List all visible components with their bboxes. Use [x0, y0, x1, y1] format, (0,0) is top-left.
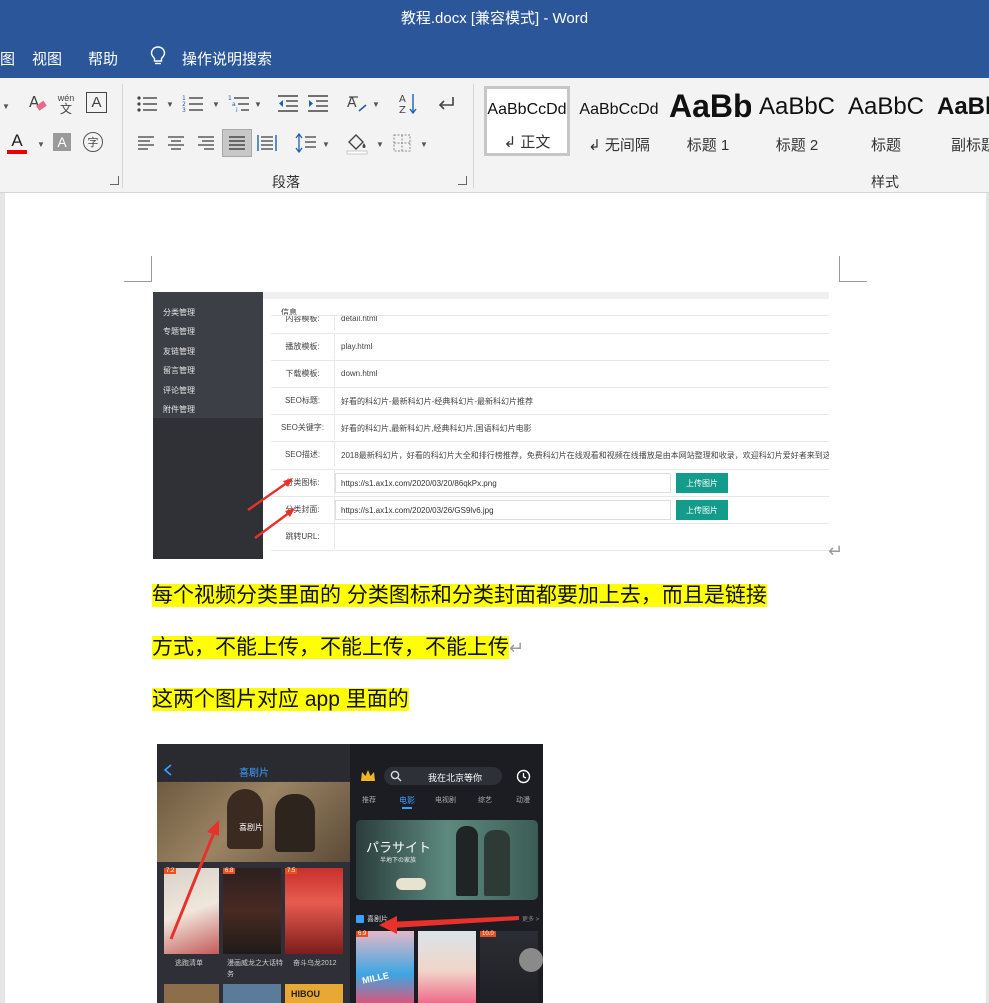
- enclose-characters-icon[interactable]: 字: [83, 132, 103, 152]
- svg-text:A: A: [399, 94, 406, 105]
- menu-item-help[interactable]: 帮助: [88, 48, 118, 69]
- admin-panel-screenshot[interactable]: 分类管理 专题管理 友链管理 留言管理 评论管理 附件管理 信息 内容模板: d…: [153, 292, 829, 559]
- ribbon-separator: [122, 84, 123, 188]
- character-shading-icon[interactable]: A: [53, 133, 71, 151]
- font-dialog-launcher-icon[interactable]: [110, 176, 119, 185]
- window-title: 教程.docx [兼容模式] - Word: [400, 10, 589, 27]
- shading-icon[interactable]: [346, 131, 368, 155]
- menu-bar: 图 视图 帮助 操作说明搜索: [0, 34, 989, 78]
- shading-dropdown-icon[interactable]: ▼: [376, 140, 384, 149]
- clear-formatting-icon[interactable]: A: [28, 92, 48, 114]
- character-border-icon[interactable]: A: [86, 92, 107, 113]
- doc-paragraph-2[interactable]: 这两个图片对应 app 里面的: [152, 683, 409, 713]
- justify-button[interactable]: [222, 129, 252, 157]
- style-title[interactable]: AaBbC 标题: [843, 86, 929, 156]
- multilevel-dropdown-icon[interactable]: ▼: [254, 100, 262, 109]
- doc-paragraph-1-line-2[interactable]: 方式，不能上传，不能上传，不能上传↵: [152, 631, 524, 661]
- admin-sidebar-item: 留言管理: [163, 366, 195, 375]
- admin-sidebar-item: 专题管理: [163, 327, 195, 336]
- styles-group-label: 样式: [871, 174, 899, 190]
- numbering-icon[interactable]: 123: [182, 94, 204, 114]
- svg-text:3: 3: [182, 107, 186, 114]
- lightbulb-icon[interactable]: [150, 46, 166, 66]
- margin-mark: [124, 281, 152, 282]
- font-color-dropdown-icon[interactable]: ▼: [37, 140, 45, 149]
- admin-form-row: 下载模板: down.html: [271, 360, 829, 386]
- tell-me-search[interactable]: 操作说明搜索: [182, 48, 272, 69]
- ribbon-separator: [473, 84, 474, 188]
- margin-mark: [151, 256, 152, 282]
- distributed-icon[interactable]: [257, 133, 277, 153]
- margin-mark: [839, 281, 867, 282]
- red-arrow-icon: [247, 478, 295, 539]
- upload-cover-button: 上传图片: [676, 500, 728, 520]
- paragraph-dialog-launcher-icon[interactable]: [458, 176, 467, 185]
- app-screenshot[interactable]: 喜剧片 喜剧片 7.2 6.8 7.5 逃跑清单 漫画威龙之大话特务 奋斗乌龙2…: [157, 744, 543, 1003]
- align-right-icon[interactable]: [196, 134, 216, 152]
- bullets-icon[interactable]: [136, 94, 158, 114]
- admin-form-row: 播放模板: play.html: [271, 333, 829, 359]
- sort-icon[interactable]: AZ: [398, 92, 418, 116]
- menu-item-view[interactable]: 视图: [32, 48, 62, 69]
- justify-icon: [229, 136, 245, 150]
- style-heading-1[interactable]: AaBb 标题 1: [665, 86, 751, 156]
- red-arrow-icon: [169, 820, 519, 940]
- chinese-layout-dropdown-icon[interactable]: ▼: [372, 100, 380, 109]
- style-no-spacing[interactable]: AaBbCcDd ↲ 无间隔: [576, 86, 662, 156]
- decrease-indent-icon[interactable]: [277, 94, 299, 114]
- style-subtitle[interactable]: AaBl 副标题: [932, 86, 989, 156]
- align-left-icon[interactable]: [136, 134, 156, 152]
- doc-paragraph-1-line-1[interactable]: 每个视频分类里面的 分类图标和分类封面都要加上去，而且是链接: [152, 579, 767, 609]
- paragraph-group-label: 段落: [272, 174, 300, 190]
- upload-icon-button: 上传图片: [676, 473, 728, 493]
- style-heading-2[interactable]: AaBbC 标题 2: [754, 86, 840, 156]
- increase-indent-icon[interactable]: [307, 94, 329, 114]
- styles-gallery: AaBbCcDd ↲ 正文 AaBbCcDd ↲ 无间隔 AaBb 标题 1 A…: [484, 84, 989, 158]
- margin-mark: [839, 256, 840, 282]
- admin-form-row: 跳转URL:: [271, 523, 829, 549]
- admin-form-row: SEO关键字: 好看的科幻片,最新科幻片,经典科幻片,国语科幻片电影: [271, 414, 829, 440]
- paragraph-mark: ↵: [828, 541, 844, 561]
- borders-dropdown-icon[interactable]: ▼: [420, 140, 428, 149]
- svg-text:i: i: [236, 107, 238, 114]
- admin-sidebar-item: 友链管理: [163, 347, 195, 356]
- document-area: 分类管理 专题管理 友链管理 留言管理 评论管理 附件管理 信息 内容模板: d…: [0, 193, 989, 1003]
- bullets-dropdown-icon[interactable]: ▼: [166, 100, 174, 109]
- font-color-icon[interactable]: A: [6, 130, 28, 156]
- line-spacing-dropdown-icon[interactable]: ▼: [322, 140, 330, 149]
- admin-sidebar-item: 分类管理: [163, 308, 195, 317]
- borders-icon[interactable]: [392, 133, 412, 153]
- style-normal[interactable]: AaBbCcDd ↲ 正文: [484, 86, 570, 156]
- title-bar: 教程.docx [兼容模式] - Word: [0, 0, 989, 34]
- admin-sidebar-item: 附件管理: [163, 405, 195, 414]
- admin-form-row: 内容模板: detail.html: [271, 315, 829, 333]
- admin-form-row: 分类封面: https://s1.ax1x.com/2020/03/26/GS9…: [271, 496, 829, 522]
- show-hide-marks-icon[interactable]: [436, 94, 456, 114]
- admin-form-row: 分类图标: https://s1.ax1x.com/2020/03/20/86q…: [271, 469, 829, 495]
- ribbon: ▼ A wén 文 A A ▼ A 字 ▼ 123 ▼ 1ai ▼ A ▼ A …: [0, 78, 989, 193]
- align-center-icon[interactable]: [166, 134, 186, 152]
- menu-item-partial[interactable]: 图: [0, 48, 15, 69]
- line-spacing-icon[interactable]: [295, 133, 317, 153]
- svg-text:Z: Z: [399, 105, 406, 116]
- admin-form-row: SEO描述: 2018最新科幻片，好看的科幻片大全和排行榜推荐，免费科幻片在线观…: [271, 441, 829, 467]
- phonetic-guide-icon[interactable]: wén 文: [56, 92, 76, 116]
- admin-sidebar-item: 评论管理: [163, 386, 195, 395]
- admin-form-row: SEO标题: 好看的科幻片-最新科幻片-经典科幻片-最新科幻片推荐: [271, 387, 829, 413]
- dropdown-caret-icon[interactable]: ▼: [2, 102, 10, 111]
- numbering-dropdown-icon[interactable]: ▼: [212, 100, 220, 109]
- chinese-layout-icon[interactable]: A: [346, 93, 368, 115]
- multilevel-list-icon[interactable]: 1ai: [228, 94, 250, 114]
